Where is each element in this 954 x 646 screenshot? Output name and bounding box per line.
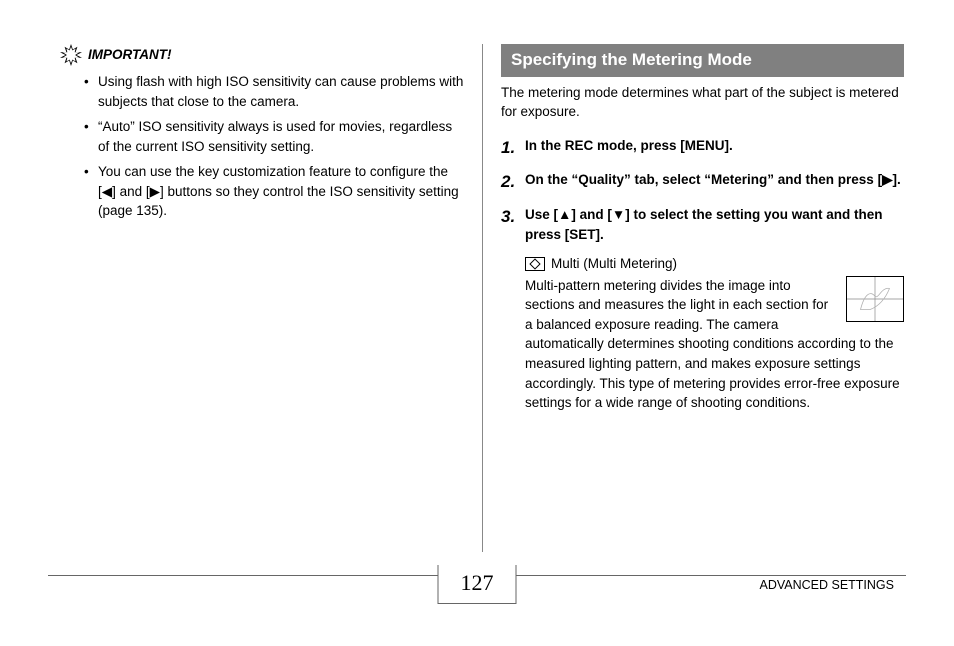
left-column: IMPORTANT! Using flash with high ISO sen… xyxy=(60,44,482,552)
section-heading: Specifying the Metering Mode xyxy=(501,44,904,77)
right-column: Specifying the Metering Mode The meterin… xyxy=(482,44,904,552)
step-text: Use [▲] and [▼] to select the setting yo… xyxy=(525,205,904,244)
step-2: 2. On the “Quality” tab, select “Meterin… xyxy=(501,170,904,195)
step-number: 2. xyxy=(501,170,525,195)
step-text: In the REC mode, press [MENU]. xyxy=(525,136,733,161)
page-number: 127 xyxy=(438,565,517,604)
important-list: Using flash with high ISO sensitivity ca… xyxy=(84,72,464,221)
metering-diagram-icon xyxy=(846,276,904,322)
step-3: 3. Use [▲] and [▼] to select the setting… xyxy=(501,205,904,244)
bullet-item: You can use the key customization featur… xyxy=(84,162,464,221)
multi-metering-icon xyxy=(525,257,545,271)
page-body: IMPORTANT! Using flash with high ISO sen… xyxy=(0,0,954,552)
important-label: IMPORTANT! xyxy=(88,45,172,65)
important-header: IMPORTANT! xyxy=(60,44,464,66)
bullet-item: “Auto” ISO sensitivity always is used fo… xyxy=(84,117,464,156)
footer-section-label: ADVANCED SETTINGS xyxy=(759,576,894,594)
burst-icon xyxy=(60,44,82,66)
mode-title-row: Multi (Multi Metering) xyxy=(525,254,904,274)
bullet-item: Using flash with high ISO sensitivity ca… xyxy=(84,72,464,111)
mode-detail: Multi (Multi Metering) Multi-pattern met… xyxy=(525,254,904,413)
step-number: 3. xyxy=(501,205,525,244)
step-number: 1. xyxy=(501,136,525,161)
step-text: On the “Quality” tab, select “Metering” … xyxy=(525,170,901,195)
mode-name: Multi (Multi Metering) xyxy=(551,254,677,274)
step-1: 1. In the REC mode, press [MENU]. xyxy=(501,136,904,161)
section-intro: The metering mode determines what part o… xyxy=(501,83,904,122)
